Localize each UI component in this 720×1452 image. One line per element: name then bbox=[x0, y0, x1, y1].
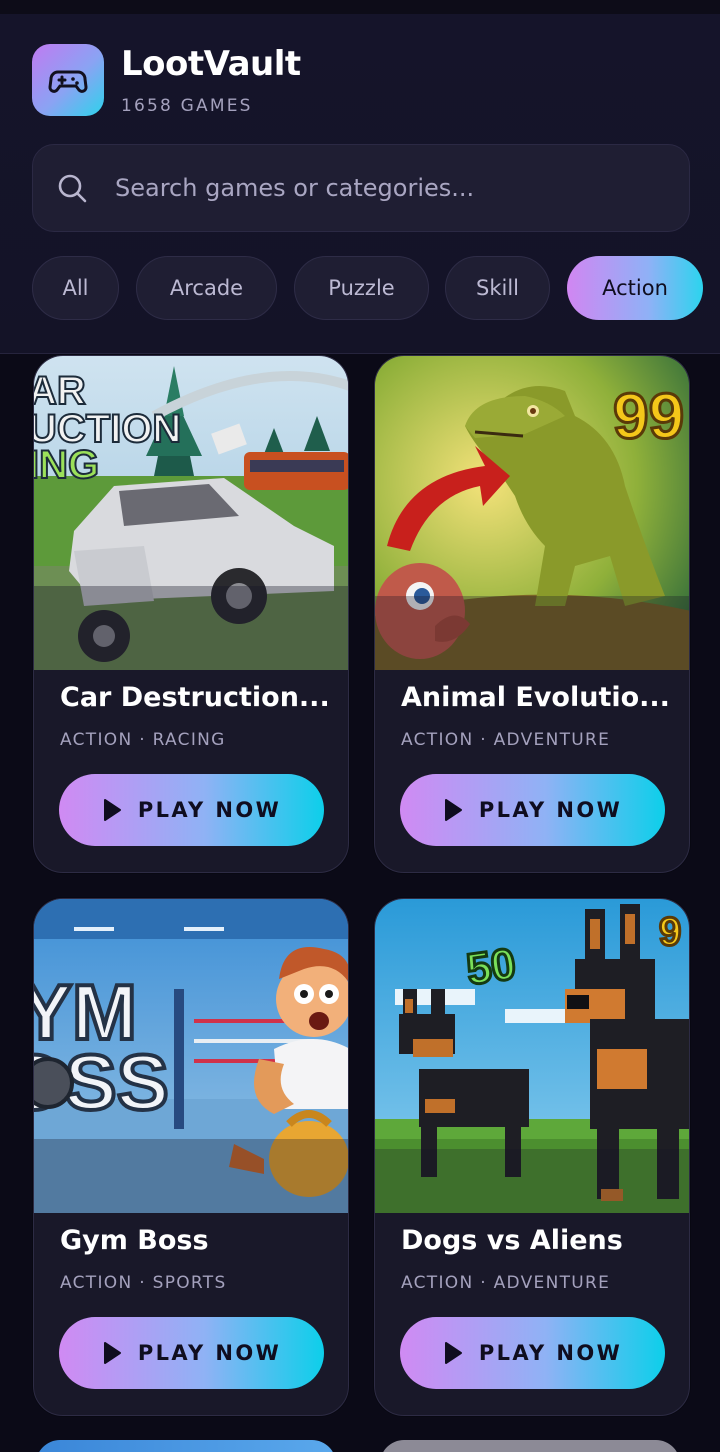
category-chip-puzzle[interactable]: Puzzle bbox=[294, 256, 429, 320]
play-icon bbox=[444, 1342, 462, 1364]
game-tags: ACTION · ADVENTURE bbox=[401, 1273, 611, 1293]
play-now-button[interactable]: PLAY NOW bbox=[59, 774, 324, 846]
search-icon bbox=[58, 174, 87, 203]
category-chip-action[interactable]: Action bbox=[567, 256, 703, 320]
game-thumbnail[interactable]: AR UCTION ING bbox=[34, 356, 348, 670]
game-thumbnail[interactable]: 50 9 bbox=[375, 899, 689, 1213]
game-thumbnail[interactable]: YM OSS bbox=[34, 899, 348, 1213]
play-now-button[interactable]: PLAY NOW bbox=[59, 1317, 324, 1389]
game-title: Car Destruction... bbox=[60, 682, 330, 713]
game-title: Animal Evolutio... bbox=[401, 682, 670, 713]
svg-text:50: 50 bbox=[464, 939, 519, 994]
game-card[interactable]: 50 9 Dogs vs Aliens ACTION · ADVENTURE P… bbox=[374, 898, 690, 1416]
game-thumbnail[interactable]: 99 bbox=[375, 356, 689, 670]
category-chip-label: Puzzle bbox=[328, 276, 395, 300]
game-tags: ACTION · RACING bbox=[60, 730, 226, 750]
game-card-peek[interactable] bbox=[380, 1440, 680, 1452]
svg-text:99: 99 bbox=[613, 380, 684, 452]
play-icon bbox=[103, 799, 121, 821]
game-tags: ACTION · SPORTS bbox=[60, 1273, 227, 1293]
play-now-label: PLAY NOW bbox=[478, 798, 623, 822]
category-chip-label: Action bbox=[602, 276, 668, 300]
game-title: Dogs vs Aliens bbox=[401, 1225, 623, 1256]
svg-text:9: 9 bbox=[659, 910, 681, 954]
category-chip-skill[interactable]: Skill bbox=[445, 256, 550, 320]
search-input[interactable] bbox=[115, 145, 675, 231]
search-bar[interactable] bbox=[32, 144, 690, 232]
play-now-button[interactable]: PLAY NOW bbox=[400, 774, 665, 846]
app-logo[interactable] bbox=[32, 44, 104, 116]
app-title: LootVault bbox=[121, 44, 301, 84]
category-chip-label: Arcade bbox=[169, 276, 244, 300]
app-header: LootVault 1658 GAMES All Arcade Puzzle S… bbox=[0, 0, 720, 354]
category-chip-label: All bbox=[62, 276, 89, 300]
game-card-peek[interactable] bbox=[36, 1440, 336, 1452]
play-icon bbox=[103, 1342, 121, 1364]
category-chip-all[interactable]: All bbox=[32, 256, 119, 320]
game-title: Gym Boss bbox=[60, 1225, 209, 1256]
gamepad-icon bbox=[48, 70, 88, 93]
svg-text:ING: ING bbox=[34, 443, 99, 487]
category-chip-label: Skill bbox=[476, 276, 519, 300]
play-now-label: PLAY NOW bbox=[137, 798, 282, 822]
game-card[interactable]: YM OSS Gym Boss ACTION · SPORTS PLAY NOW bbox=[33, 898, 349, 1416]
play-icon bbox=[444, 799, 462, 821]
category-chip-arcade[interactable]: Arcade bbox=[136, 256, 277, 320]
game-tags: ACTION · ADVENTURE bbox=[401, 730, 611, 750]
game-card[interactable]: 99 Animal Evolutio... ACTION · ADVENTURE… bbox=[374, 355, 690, 873]
play-now-label: PLAY NOW bbox=[137, 1341, 282, 1365]
play-now-button[interactable]: PLAY NOW bbox=[400, 1317, 665, 1389]
play-now-label: PLAY NOW bbox=[478, 1341, 623, 1365]
game-count: 1658 GAMES bbox=[121, 96, 253, 116]
game-card[interactable]: AR UCTION ING Car Destruction... ACTION … bbox=[33, 355, 349, 873]
